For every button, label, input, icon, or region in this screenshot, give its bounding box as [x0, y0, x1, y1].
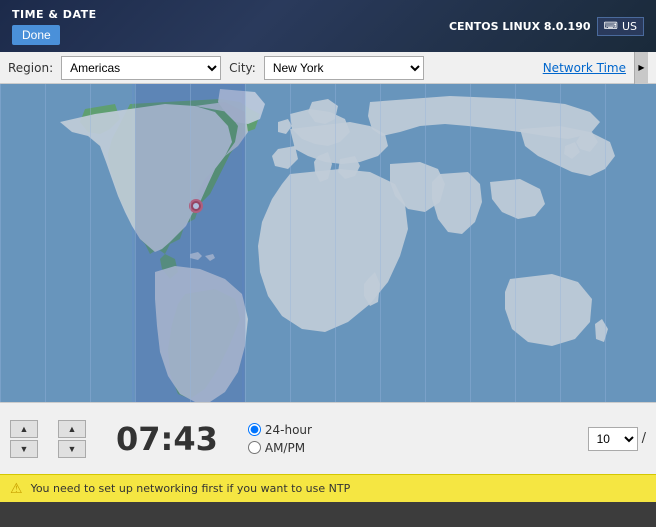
- hour-down-button[interactable]: ▼: [10, 440, 38, 458]
- tz-stripe-7: [380, 84, 425, 402]
- format-ampm-label[interactable]: AM/PM: [265, 441, 305, 455]
- hour-up-button[interactable]: ▲: [10, 420, 38, 438]
- tz-stripe-3: [90, 84, 135, 402]
- region-label: Region:: [8, 61, 53, 75]
- scroll-indicator: ▶: [634, 52, 648, 84]
- tz-stripe-10: [515, 84, 560, 402]
- format-ampm-row: AM/PM: [248, 441, 312, 455]
- minute-spinner: ▲ ▼: [58, 420, 86, 458]
- minute-down-button[interactable]: ▼: [58, 440, 86, 458]
- time-display: 07:43: [116, 420, 218, 458]
- time-format-group: 24-hour AM/PM: [248, 423, 312, 455]
- map-container[interactable]: [0, 84, 656, 402]
- tz-stripe-4: [245, 84, 290, 402]
- tz-stripe-1: [0, 84, 45, 402]
- format-24h-radio[interactable]: [248, 423, 261, 436]
- minute-up-button[interactable]: ▲: [58, 420, 86, 438]
- slash-separator: /: [642, 431, 646, 446]
- warning-icon: ⚠: [10, 481, 23, 497]
- region-select[interactable]: Americas Africa Antarctica Asia Europe P…: [61, 56, 221, 80]
- tz-stripe-8: [425, 84, 470, 402]
- tz-stripe-highlight-2: [190, 84, 245, 402]
- keyboard-icon: ⌨: [604, 21, 618, 32]
- time-separator: :: [161, 420, 174, 458]
- header-right: CENTOS LINUX 8.0.190 ⌨ US: [449, 17, 644, 36]
- done-button[interactable]: Done: [12, 25, 60, 45]
- format-24h-row: 24-hour: [248, 423, 312, 437]
- tz-stripe-12: [605, 84, 656, 402]
- minutes-display: 43: [173, 420, 218, 458]
- language-selector[interactable]: ⌨ US: [597, 17, 644, 36]
- warning-text: You need to set up networking first if y…: [31, 482, 351, 495]
- tz-stripe-highlight-1: [135, 84, 190, 402]
- centos-label: CENTOS LINUX 8.0.190: [449, 20, 591, 33]
- warning-bar: ⚠ You need to set up networking first if…: [0, 474, 656, 502]
- tz-stripe-11: [560, 84, 605, 402]
- format-24h-label[interactable]: 24-hour: [265, 423, 312, 437]
- num-select[interactable]: 10 1 2 5 15 20 30: [588, 427, 638, 451]
- header: TIME & DATE Done CENTOS LINUX 8.0.190 ⌨ …: [0, 0, 656, 52]
- bottom-controls: ▲ ▼ ▲ ▼ 07:43 24-hour AM/PM 10 1: [0, 402, 656, 474]
- format-ampm-radio[interactable]: [248, 441, 261, 454]
- toolbar: Region: Americas Africa Antarctica Asia …: [0, 52, 656, 84]
- hour-spinner: ▲ ▼: [10, 420, 38, 458]
- city-select[interactable]: New York Los Angeles Chicago Houston Pho…: [264, 56, 424, 80]
- right-controls: 10 1 2 5 15 20 30 /: [588, 427, 646, 451]
- tz-stripe-9: [470, 84, 515, 402]
- lang-label: US: [622, 20, 637, 33]
- hours-display: 07: [116, 420, 161, 458]
- tz-stripe-2: [45, 84, 90, 402]
- city-label: City:: [229, 61, 256, 75]
- app-title: TIME & DATE: [12, 8, 97, 21]
- app-window: TIME & DATE Done CENTOS LINUX 8.0.190 ⌨ …: [0, 0, 656, 502]
- network-time-link[interactable]: Network Time: [543, 61, 626, 75]
- tz-stripe-5: [290, 84, 335, 402]
- header-left: TIME & DATE Done: [12, 8, 97, 45]
- tz-stripe-6: [335, 84, 380, 402]
